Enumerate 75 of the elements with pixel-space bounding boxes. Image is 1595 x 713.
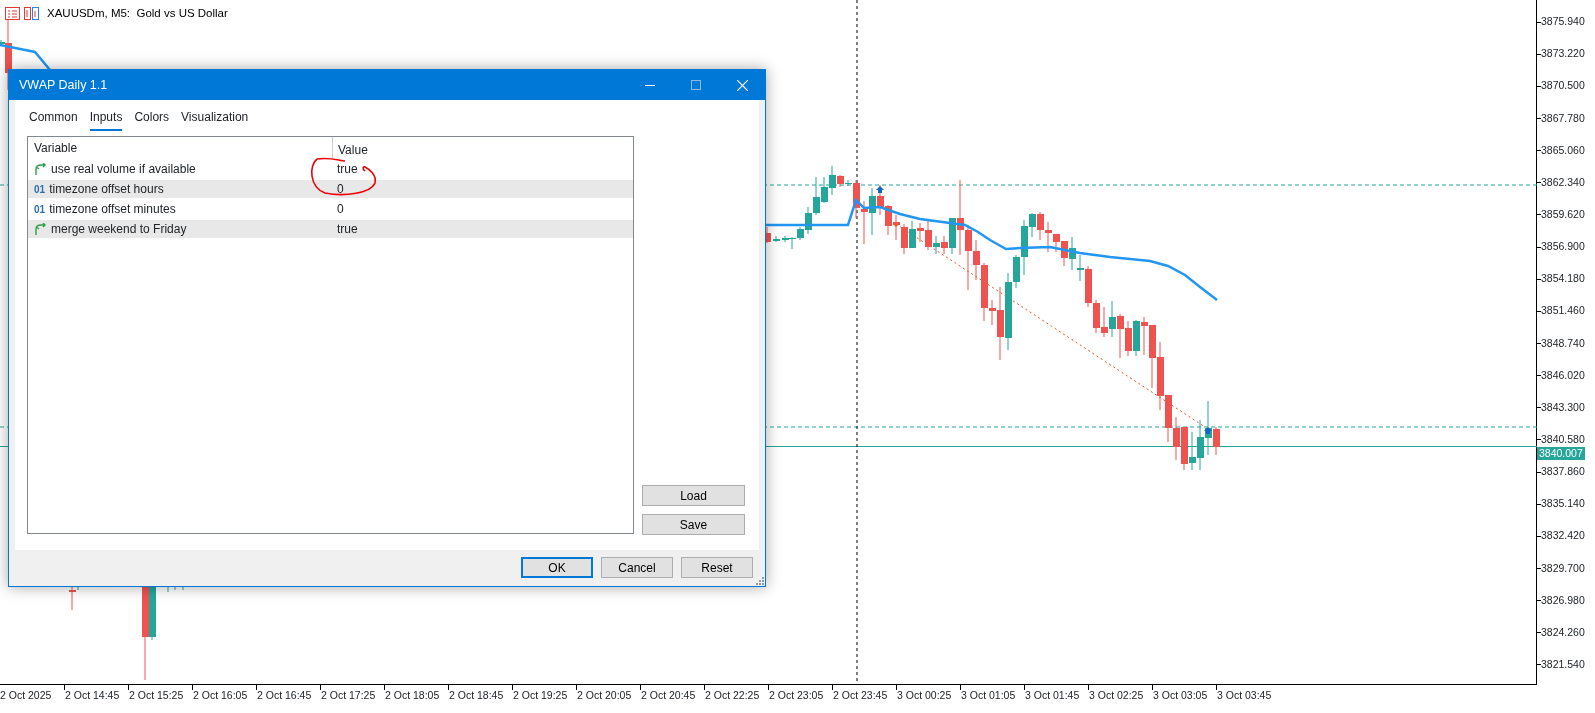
list-icon[interactable] xyxy=(5,7,20,21)
time-label: 2 Oct 20:45 xyxy=(641,688,696,703)
chart-window-icon[interactable] xyxy=(24,7,39,21)
price-label: 3824.260 xyxy=(1541,624,1585,640)
maximize-icon xyxy=(691,80,701,90)
side-button[interactable]: Save xyxy=(642,514,745,535)
column-header: Value xyxy=(332,137,633,159)
time-label: 2 Oct 15:25 xyxy=(129,688,184,703)
time-label: 3 Oct 03:45 xyxy=(1217,688,1272,703)
time-label: 2 Oct 23:45 xyxy=(833,688,888,703)
time-label: 2 Oct 16:05 xyxy=(193,688,248,703)
dialog-button[interactable]: OK xyxy=(521,557,593,578)
parameter-value[interactable]: 0 xyxy=(332,180,344,198)
time-label: 2 Oct 22:25 xyxy=(705,688,760,703)
time-label: 2 Oct 18:45 xyxy=(449,688,504,703)
price-label: 3826.980 xyxy=(1541,592,1585,608)
price-label: 3859.620 xyxy=(1541,207,1585,223)
side-button[interactable]: Load xyxy=(642,485,745,506)
price-label: 3835.140 xyxy=(1541,496,1585,512)
parameter-value[interactable]: true xyxy=(332,220,358,238)
parameter-name: timezone offset hours xyxy=(49,181,164,198)
price-label: 3856.900 xyxy=(1541,239,1585,255)
parameter-name: merge weekend to Friday xyxy=(51,221,187,238)
parameter-value[interactable]: true xyxy=(332,160,358,178)
time-label: 3 Oct 00:25 xyxy=(897,688,952,703)
price-label: 3848.740 xyxy=(1541,335,1585,351)
time-label: 2 Oct 16:45 xyxy=(257,688,312,703)
time-label: 2 Oct 17:25 xyxy=(321,688,376,703)
price-label: 3865.060 xyxy=(1541,142,1585,158)
price-label: 3862.340 xyxy=(1541,174,1585,190)
time-label: 2 Oct 20:05 xyxy=(577,688,632,703)
buy-arrow-icon xyxy=(1204,427,1212,434)
time-label: 3 Oct 01:05 xyxy=(961,688,1016,703)
price-label: 3851.460 xyxy=(1541,303,1585,319)
price-label: 3854.180 xyxy=(1541,271,1585,287)
price-label: 3840.580 xyxy=(1541,432,1585,447)
price-label: 3837.860 xyxy=(1541,464,1585,480)
price-label: 3846.020 xyxy=(1541,367,1585,383)
time-label: 3 Oct 03:05 xyxy=(1153,688,1208,703)
time-label: 2 Oct 2025 xyxy=(0,688,52,703)
price-label: 3843.300 xyxy=(1541,399,1585,415)
sell-arrow-icon xyxy=(893,224,899,227)
parameter-name: use real volume if available xyxy=(51,161,196,178)
price-label: 3821.540 xyxy=(1541,657,1585,672)
time-label: 3 Oct 01:45 xyxy=(1025,688,1080,703)
price-label: 3829.700 xyxy=(1541,560,1585,576)
tab[interactable]: Common xyxy=(29,106,78,131)
type-mark: 01 xyxy=(34,202,46,217)
dialog-button[interactable]: Cancel xyxy=(601,557,673,578)
column-header: Variable xyxy=(33,140,79,157)
time-label: 2 Oct 19:25 xyxy=(513,688,568,703)
time-label: 2 Oct 23:05 xyxy=(769,688,824,703)
time-label: 2 Oct 18:05 xyxy=(385,688,440,703)
time-label: 3 Oct 02:25 xyxy=(1089,688,1144,703)
time-label: 2 Oct 14:45 xyxy=(65,688,120,703)
dialog-button[interactable]: Reset xyxy=(681,557,753,578)
price-label: 3867.780 xyxy=(1541,110,1585,126)
tab[interactable]: Colors xyxy=(134,106,170,131)
chart-title: XAUUSDm, M5: Gold vs US Dollar xyxy=(47,6,228,21)
tab[interactable]: Inputs xyxy=(89,106,123,131)
close-icon xyxy=(736,79,748,91)
parameter-value[interactable]: 0 xyxy=(332,200,344,218)
branch-arrow-icon xyxy=(34,223,47,235)
type-mark: 01 xyxy=(34,182,46,197)
resize-grip-icon[interactable] xyxy=(756,577,764,585)
price-label: 3875.940 xyxy=(1541,14,1585,30)
current-price-tag: 3840.007 xyxy=(1537,447,1585,460)
branch-arrow-icon xyxy=(34,163,47,175)
price-label: 3870.500 xyxy=(1541,78,1585,94)
price-label: 3832.420 xyxy=(1541,528,1585,544)
buy-arrow-icon xyxy=(876,186,884,193)
dialog-title: VWAP Daily 1.1 xyxy=(18,76,109,94)
price-label: 3873.220 xyxy=(1541,46,1585,62)
tab[interactable]: Visualization xyxy=(181,106,249,131)
parameter-name: timezone offset minutes xyxy=(49,201,176,218)
